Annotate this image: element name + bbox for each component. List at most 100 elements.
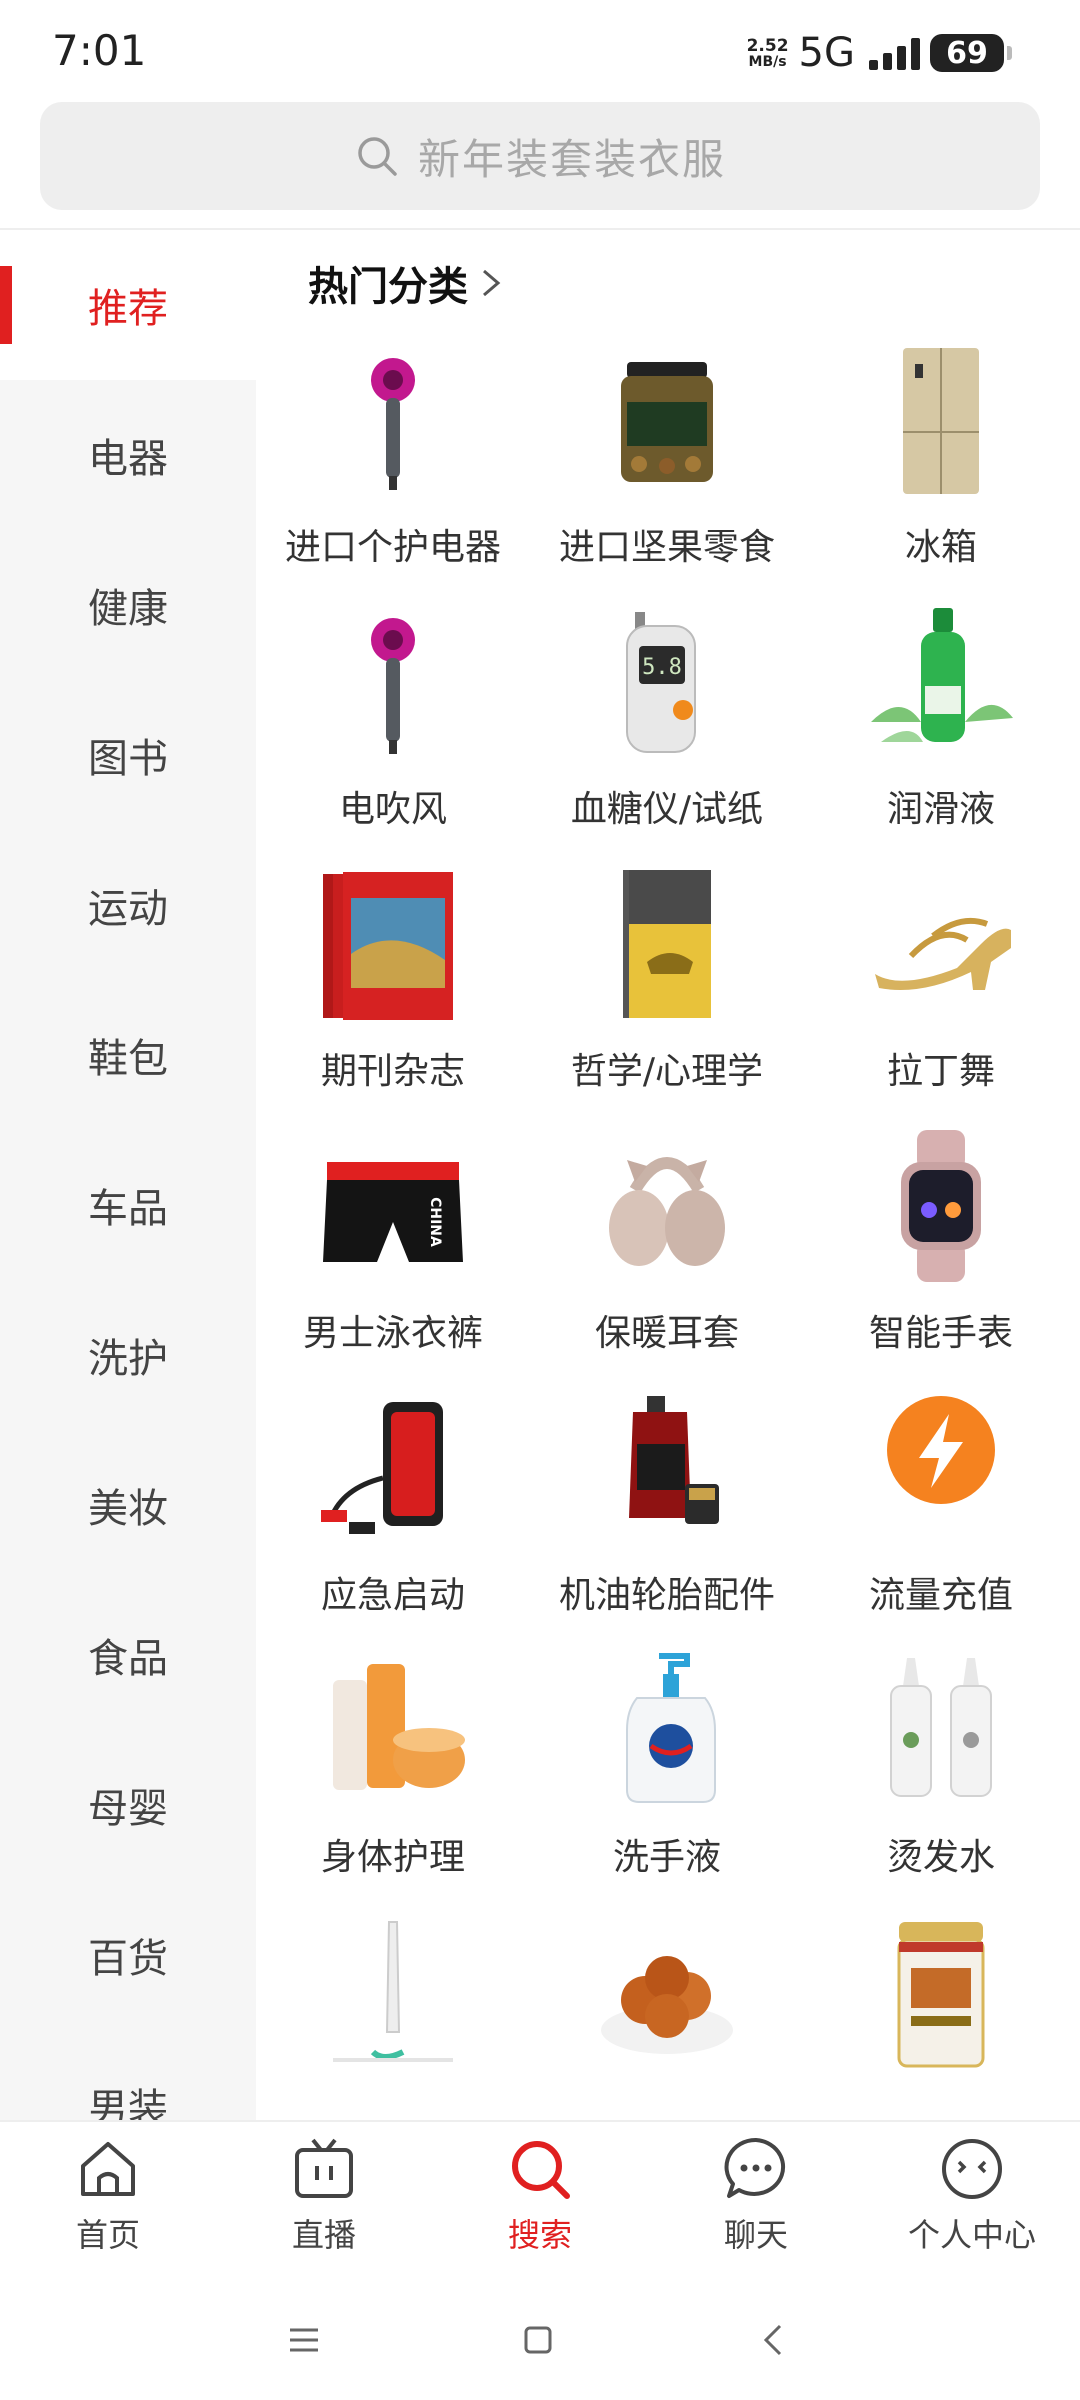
category-label: 进口坚果零食 xyxy=(558,527,775,568)
network-type: 5G xyxy=(798,30,855,76)
sidebar-item-appliances[interactable]: 电器 xyxy=(0,380,256,530)
status-icons: 2.52 MB/s 5G 69 xyxy=(746,30,1012,76)
search-input[interactable]: 新年装套装衣服 xyxy=(40,102,1040,210)
category-item[interactable] xyxy=(804,1912,1078,2120)
category-item[interactable]: 冰箱 xyxy=(804,340,1078,602)
home-button[interactable] xyxy=(508,2310,568,2370)
nav-live[interactable]: 直播 xyxy=(216,2134,432,2256)
network-speed: 2.52 MB/s xyxy=(746,35,789,70)
home-icon xyxy=(81,2142,135,2196)
category-label: 烫发水 xyxy=(886,1837,995,1878)
menu-button[interactable] xyxy=(274,2310,334,2370)
sidebar-item-label: 男装 xyxy=(88,2086,168,2120)
back-button[interactable] xyxy=(744,2310,804,2370)
magazines-image xyxy=(313,864,473,1024)
dance-shoe-image xyxy=(861,864,1021,1024)
category-label: 润滑液 xyxy=(886,789,995,830)
bottom-nav: 首页 直播 搜索 聊天 个人中心 xyxy=(0,2120,1080,2270)
status-time: 7:01 xyxy=(52,26,147,75)
engine-oil-image xyxy=(587,1388,747,1548)
category-label: 哲学/心理学 xyxy=(570,1051,764,1092)
category-item[interactable]: 5.8 血糖仪/试纸 xyxy=(530,602,804,864)
sidebar-item-beauty[interactable]: 美妆 xyxy=(0,1430,256,1580)
category-item[interactable]: 洗手液 xyxy=(530,1650,804,1912)
category-item[interactable]: 拉丁舞 xyxy=(804,864,1078,1126)
category-label: 进口个护电器 xyxy=(284,527,501,568)
category-grid: 进口个护电器 进口坚果零食 冰箱 电吹风 5.8 血糖仪/试纸 润滑液 期刊杂志… xyxy=(256,340,1080,2120)
nav-label: 搜索 xyxy=(507,2216,572,2254)
sidebar-item-label: 美妆 xyxy=(88,1486,168,1532)
category-item[interactable]: 智能手表 xyxy=(804,1126,1078,1388)
sidebar-item-shoes-bags[interactable]: 鞋包 xyxy=(0,980,256,1130)
sidebar-item-sports[interactable]: 运动 xyxy=(0,830,256,980)
category-label: 智能手表 xyxy=(868,1313,1013,1354)
nav-home[interactable]: 首页 xyxy=(0,2134,216,2256)
category-item[interactable] xyxy=(530,1912,804,2120)
category-item[interactable]: 烫发水 xyxy=(804,1650,1078,1912)
sidebar-item-label: 百货 xyxy=(88,1936,168,1982)
sidebar-item-baby[interactable]: 母婴 xyxy=(0,1730,256,1880)
nav-label: 首页 xyxy=(75,2216,140,2254)
battery-level: 69 xyxy=(946,35,988,71)
sidebar-item-books[interactable]: 图书 xyxy=(0,680,256,830)
search-icon xyxy=(512,2141,570,2199)
category-item[interactable]: CHINA 男士泳衣裤 xyxy=(256,1126,530,1388)
network-speed-value: 2.52 xyxy=(746,35,789,56)
system-nav-bar xyxy=(0,2280,1080,2400)
earmuffs-image xyxy=(587,1126,747,1286)
profile-icon xyxy=(942,2139,1002,2199)
sidebar-item-label: 食品 xyxy=(88,1636,168,1682)
category-label: 应急启动 xyxy=(320,1575,465,1616)
sidebar-item-label: 运动 xyxy=(88,886,168,932)
category-label: 保暖耳套 xyxy=(594,1313,739,1354)
category-label: 流量充值 xyxy=(868,1575,1013,1616)
lubricant-bottle-image xyxy=(861,602,1021,762)
search-icon xyxy=(358,137,397,176)
sidebar-item-general[interactable]: 百货 xyxy=(0,1880,256,2030)
sidebar-item-food[interactable]: 食品 xyxy=(0,1580,256,1730)
category-label: 洗手液 xyxy=(612,1837,721,1878)
nav-profile[interactable]: 个人中心 xyxy=(864,2134,1080,2256)
category-item[interactable]: 身体护理 xyxy=(256,1650,530,1912)
category-label: 冰箱 xyxy=(904,527,977,568)
nav-search[interactable]: 搜索 xyxy=(432,2134,648,2256)
chat-icon xyxy=(724,2137,786,2198)
network-speed-unit: MB/s xyxy=(748,53,787,70)
battery-icon: 69 xyxy=(930,34,1012,72)
category-label: 身体护理 xyxy=(320,1837,465,1878)
category-item[interactable]: 流量充值 xyxy=(804,1388,1078,1650)
status-bar: 7:01 2.52 MB/s 5G 69 xyxy=(0,0,1080,100)
category-item[interactable]: 电吹风 xyxy=(256,602,530,864)
category-sidebar[interactable]: 推荐 电器 健康 图书 运动 鞋包 车品 洗护 美妆 食品 母婴 百货 男装 xyxy=(0,230,256,2120)
protein-powder-image xyxy=(861,1912,1021,2072)
category-item[interactable]: 保暖耳套 xyxy=(530,1126,804,1388)
signal-icon xyxy=(869,36,920,70)
sidebar-item-wash-care[interactable]: 洗护 xyxy=(0,1280,256,1430)
nav-label: 聊天 xyxy=(723,2216,788,2254)
hot-categories-link[interactable]: 热门分类 xyxy=(308,254,506,312)
category-item[interactable]: 应急启动 xyxy=(256,1388,530,1650)
back-arrow-icon xyxy=(763,2324,782,2356)
sidebar-item-car[interactable]: 车品 xyxy=(0,1130,256,1280)
sidebar-item-health[interactable]: 健康 xyxy=(0,530,256,680)
perm-lotion-image xyxy=(861,1650,1021,1810)
hand-soap-image xyxy=(587,1650,747,1810)
category-item[interactable] xyxy=(256,1912,530,2120)
nav-chat[interactable]: 聊天 xyxy=(648,2134,864,2256)
refrigerator-image xyxy=(861,340,1021,500)
category-item[interactable]: 进口坚果零食 xyxy=(530,340,804,602)
category-item[interactable]: 期刊杂志 xyxy=(256,864,530,1126)
category-item[interactable]: 哲学/心理学 xyxy=(530,864,804,1126)
category-item[interactable]: 进口个护电器 xyxy=(256,340,530,602)
sidebar-item-menswear[interactable]: 男装 xyxy=(0,2030,256,2120)
glucose-meter-image: 5.8 xyxy=(587,602,747,762)
active-indicator xyxy=(0,266,12,344)
hair-dryer-image xyxy=(313,602,473,762)
nav-label: 直播 xyxy=(291,2216,356,2254)
sidebar-item-recommend[interactable]: 推荐 xyxy=(0,230,256,380)
menu-icon xyxy=(290,2328,318,2352)
category-item[interactable]: 机油轮胎配件 xyxy=(530,1388,804,1650)
lightning-circle-icon xyxy=(861,1388,1021,1548)
category-item[interactable]: 润滑液 xyxy=(804,602,1078,864)
water-flosser-image xyxy=(313,1912,473,2072)
